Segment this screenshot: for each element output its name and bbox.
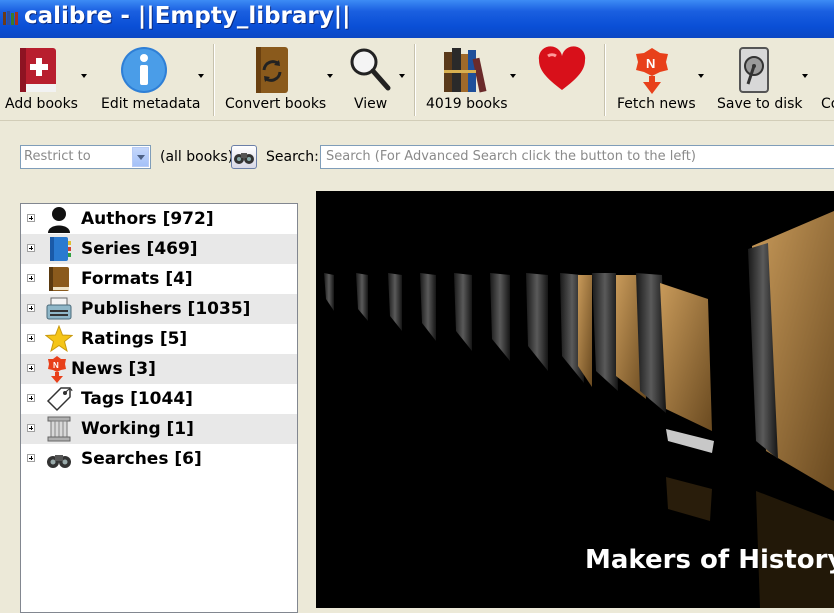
- expand-icon[interactable]: [27, 274, 35, 282]
- tag-item-label: Working [1]: [81, 419, 194, 439]
- convert-books-label: Convert books: [225, 96, 327, 112]
- svg-text:N: N: [646, 56, 655, 71]
- fetch-news-button[interactable]: N Fetch news: [610, 38, 708, 118]
- tag-icon: [46, 387, 73, 412]
- cover-flow-title: Makers of History: [585, 545, 834, 575]
- save-to-disk-button[interactable]: Save to disk: [712, 38, 812, 118]
- tag-browser-item-tags[interactable]: Tags [1044]: [21, 384, 297, 414]
- tag-browser-item-publishers[interactable]: Publishers [1035]: [21, 294, 297, 324]
- fetch-news-dropdown-arrow[interactable]: [698, 74, 704, 78]
- tag-item-label: Formats [4]: [81, 269, 193, 289]
- tag-item-label: Publishers [1035]: [81, 299, 251, 319]
- heart-icon: [538, 46, 586, 90]
- hard-disk-icon: [739, 47, 769, 93]
- edit-metadata-label: Edit metadata: [101, 96, 201, 112]
- tag-browser-item-series[interactable]: Series [469]: [21, 234, 297, 264]
- fetch-news-label: Fetch news: [617, 96, 696, 112]
- restrict-to-placeholder: Restrict to: [24, 149, 91, 164]
- tag-item-label: Series [469]: [81, 239, 198, 259]
- column-icon: [47, 416, 71, 442]
- library-button[interactable]: 4019 books: [420, 38, 525, 118]
- main-toolbar: Add books Edit metadata Convert books Vi…: [0, 38, 834, 121]
- tag-browser: Authors [972] Series [469] Formats [4] P…: [20, 203, 298, 613]
- person-silhouette-icon: [48, 207, 70, 233]
- tag-browser-item-news[interactable]: N News [3]: [21, 354, 297, 384]
- window-title: calibre - ||Empty_library||: [24, 3, 351, 29]
- tag-item-label: News [3]: [71, 359, 156, 379]
- expand-icon[interactable]: [27, 214, 35, 222]
- star-icon: [45, 325, 73, 353]
- view-dropdown-arrow[interactable]: [399, 74, 405, 78]
- save-to-disk-label: Save to disk: [717, 96, 803, 112]
- book-icon: [49, 267, 69, 291]
- svg-text:N: N: [53, 361, 59, 370]
- toolbar-separator: [604, 44, 606, 116]
- search-placeholder: Search (For Advanced Search click the bu…: [326, 149, 696, 164]
- search-input[interactable]: Search (For Advanced Search click the bu…: [320, 145, 834, 169]
- all-books-label: (all books): [160, 149, 234, 165]
- notebook-icon: [50, 237, 71, 261]
- view-button[interactable]: View: [340, 38, 410, 118]
- connect-share-label: Co: [821, 96, 834, 112]
- expand-icon[interactable]: [27, 394, 35, 402]
- add-book-icon: [20, 48, 56, 92]
- library-books-count: 4019 books: [426, 96, 508, 112]
- expand-icon[interactable]: [27, 364, 35, 372]
- expand-icon[interactable]: [27, 454, 35, 462]
- add-books-label: Add books: [5, 96, 78, 112]
- library-books-icon: [444, 48, 487, 93]
- cover-flow[interactable]: Makers of History: [316, 191, 834, 608]
- toolbar-separator: [213, 44, 215, 116]
- save-to-disk-dropdown-arrow[interactable]: [802, 74, 808, 78]
- library-dropdown-arrow[interactable]: [510, 74, 516, 78]
- toolbar-separator: [414, 44, 416, 116]
- donate-button[interactable]: [530, 38, 595, 118]
- search-label: Search:: [266, 149, 319, 165]
- info-icon: [121, 47, 167, 93]
- convert-icon: [256, 47, 288, 93]
- advanced-search-button[interactable]: [231, 145, 257, 169]
- chevron-down-icon[interactable]: [132, 147, 149, 167]
- title-bar: calibre - ||Empty_library||: [0, 0, 834, 38]
- expand-icon[interactable]: [27, 424, 35, 432]
- expand-icon[interactable]: [27, 334, 35, 342]
- tag-browser-item-working[interactable]: Working [1]: [21, 414, 297, 444]
- tag-browser-item-formats[interactable]: Formats [4]: [21, 264, 297, 294]
- typewriter-icon: [46, 297, 72, 320]
- news-icon: N: [636, 48, 668, 94]
- convert-books-dropdown-arrow[interactable]: [327, 74, 333, 78]
- add-books-button[interactable]: Add books: [0, 38, 90, 118]
- connect-share-button[interactable]: Co: [818, 38, 834, 118]
- binoculars-icon: [47, 455, 71, 468]
- news-icon: N: [48, 356, 66, 383]
- edit-metadata-button[interactable]: Edit metadata: [96, 38, 206, 118]
- convert-books-button[interactable]: Convert books: [220, 38, 335, 118]
- add-books-dropdown-arrow[interactable]: [81, 74, 87, 78]
- tag-item-label: Ratings [5]: [81, 329, 188, 349]
- expand-icon[interactable]: [27, 244, 35, 252]
- tag-item-label: Searches [6]: [81, 449, 202, 469]
- magnifier-icon: [350, 48, 391, 91]
- tag-item-label: Authors [972]: [81, 209, 214, 229]
- tag-browser-item-authors[interactable]: Authors [972]: [21, 204, 297, 234]
- calibre-app-icon: [3, 11, 18, 25]
- binoculars-icon: [234, 153, 254, 164]
- expand-icon[interactable]: [27, 304, 35, 312]
- edit-metadata-dropdown-arrow[interactable]: [198, 74, 204, 78]
- tag-browser-item-ratings[interactable]: Ratings [5]: [21, 324, 297, 354]
- tag-browser-item-searches[interactable]: Searches [6]: [21, 444, 297, 474]
- tag-item-label: Tags [1044]: [81, 389, 193, 409]
- view-label: View: [354, 96, 388, 112]
- restrict-to-select[interactable]: Restrict to: [20, 145, 151, 169]
